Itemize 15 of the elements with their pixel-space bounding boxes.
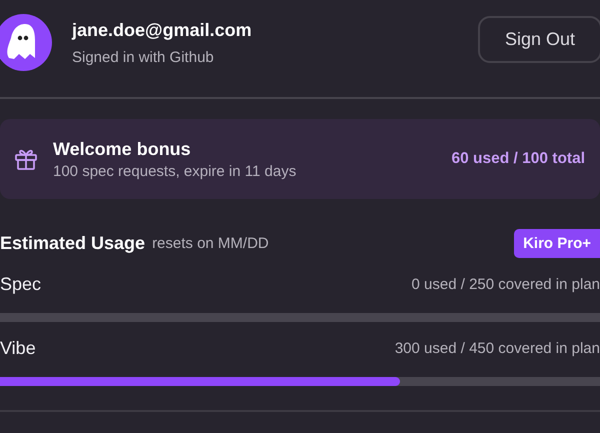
sign-out-button[interactable]: Sign Out bbox=[478, 16, 600, 63]
meter-reading: 300 used / 450 covered in plan bbox=[394, 340, 600, 356]
meter-label: Spec bbox=[0, 274, 42, 294]
avatar-icon bbox=[0, 14, 52, 71]
bonus-description: 100 spec requests, expire in 11 days bbox=[53, 162, 298, 180]
sign-in-method: Signed in with Github bbox=[72, 48, 215, 66]
account-email: jane.doe@gmail.com bbox=[72, 20, 253, 40]
gift-icon bbox=[14, 147, 38, 171]
section-title: Estimated Usage bbox=[0, 232, 146, 254]
bonus-title: Welcome bonus bbox=[53, 138, 192, 160]
reset-date: resets on MM/DD bbox=[152, 234, 270, 252]
plan-badge: Kiro Pro+ bbox=[514, 228, 600, 258]
meter-reading: 0 used / 250 covered in plan bbox=[412, 276, 600, 292]
bonus-usage: 60 used / 100 total bbox=[451, 150, 585, 168]
meter-label: Vibe bbox=[0, 338, 36, 358]
